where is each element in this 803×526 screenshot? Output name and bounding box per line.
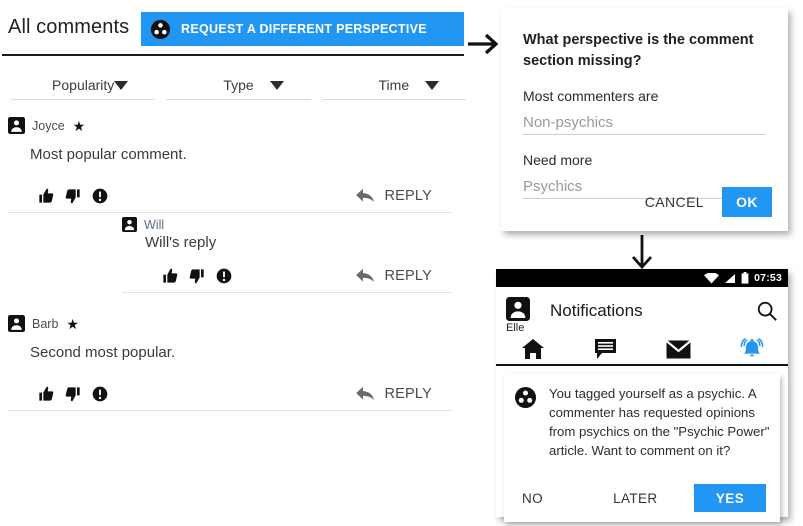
comment-author: Barb xyxy=(32,316,59,331)
comment-actions: REPLY xyxy=(8,383,452,411)
comments-panel: All comments REQUEST A DIFFERENT PERSPEC… xyxy=(0,0,466,526)
screenshot-root: All comments REQUEST A DIFFERENT PERSPEC… xyxy=(0,0,803,526)
thumbs-down-icon[interactable] xyxy=(65,188,81,204)
later-button[interactable]: LATER xyxy=(609,485,662,512)
chevron-down-icon xyxy=(269,81,284,90)
comment-header: Joyce ★ xyxy=(8,117,452,134)
chevron-down-icon xyxy=(424,81,439,90)
comments-header: All comments REQUEST A DIFFERENT PERSPEC… xyxy=(2,0,464,56)
thumbs-up-icon[interactable] xyxy=(162,268,178,284)
signal-icon xyxy=(724,273,736,284)
home-icon xyxy=(521,338,545,360)
author-star-badge: ★ xyxy=(66,315,79,332)
avatar xyxy=(122,217,137,232)
chevron-down-icon xyxy=(114,81,129,90)
tab-messages[interactable] xyxy=(642,334,715,364)
notification-card: You tagged yourself as a psychic. A comm… xyxy=(504,374,780,522)
phone-app-bar: Elle Notifications xyxy=(496,287,788,334)
reply-button[interactable]: REPLY xyxy=(355,187,452,204)
thumbs-down-icon[interactable] xyxy=(189,268,205,284)
reply-label: REPLY xyxy=(384,267,432,284)
tab-comments[interactable] xyxy=(569,334,642,364)
notification-text: You tagged yourself as a psychic. A comm… xyxy=(549,386,770,459)
reply-label: REPLY xyxy=(384,385,432,402)
comment-body: Second most popular. xyxy=(30,344,176,361)
vote-icons xyxy=(38,188,108,204)
thumbs-up-icon[interactable] xyxy=(38,386,54,402)
arrow-down-icon xyxy=(616,230,668,274)
filter-time[interactable]: Time xyxy=(321,70,466,100)
field-label: Most commenters are xyxy=(523,88,659,105)
comment-header: Will xyxy=(122,217,452,232)
author-star-badge: ★ xyxy=(72,117,86,134)
reply-button[interactable]: REPLY xyxy=(355,385,452,402)
comment-barb: Barb ★ Second most popular. REPLY xyxy=(0,315,466,411)
most-commenters-input[interactable] xyxy=(523,111,766,136)
filter-popularity[interactable]: Popularity xyxy=(11,70,156,100)
vote-icons xyxy=(162,268,232,284)
status-bar: 07:53 xyxy=(496,269,788,287)
avatar-user-name: Elle xyxy=(506,321,525,334)
tab-notifications[interactable] xyxy=(715,334,788,364)
thumbs-up-icon[interactable] xyxy=(38,188,54,204)
request-perspective-label: REQUEST A DIFFERENT PERSPECTIVE xyxy=(181,22,427,36)
filter-type-label: Type xyxy=(223,76,254,93)
phone-title: Notifications xyxy=(550,300,643,320)
yes-button[interactable]: YES xyxy=(694,484,766,512)
vote-icons xyxy=(38,386,108,402)
comment-will: Will Will's reply REPLY xyxy=(122,217,466,293)
reply-arrow-icon xyxy=(355,187,376,204)
report-icon[interactable] xyxy=(92,188,108,204)
comment-body: Most popular comment. xyxy=(30,146,187,163)
comment-header: Barb ★ xyxy=(8,315,452,332)
request-perspective-button[interactable]: REQUEST A DIFFERENT PERSPECTIVE xyxy=(141,12,464,46)
arrow-right-icon xyxy=(462,22,506,66)
comment-body: Will's reply xyxy=(145,234,217,251)
search-icon[interactable] xyxy=(756,300,778,322)
filter-popularity-label: Popularity xyxy=(52,76,115,93)
filter-bar: Popularity Type Time xyxy=(0,56,466,100)
perspective-group-icon xyxy=(150,19,171,40)
phone-tab-bar xyxy=(496,334,788,366)
bell-icon xyxy=(739,337,765,361)
comment-actions: REPLY xyxy=(122,265,452,293)
reply-arrow-icon xyxy=(355,267,376,284)
notification-actions: NO LATER YES xyxy=(504,484,780,512)
no-button[interactable]: NO xyxy=(518,485,547,512)
avatar xyxy=(8,315,25,332)
filter-type[interactable]: Type xyxy=(166,70,311,100)
notification-content: You tagged yourself as a psychic. A comm… xyxy=(514,384,770,461)
comment-actions: REPLY xyxy=(8,185,452,213)
field-label: Need more xyxy=(523,152,593,169)
battery-icon xyxy=(741,272,749,284)
comment-author: Joyce xyxy=(32,118,65,133)
dialog-title: What perspective is the comment section … xyxy=(523,32,754,69)
comment-joyce: Joyce ★ Most popular comment. REPLY xyxy=(0,117,466,213)
reply-label: REPLY xyxy=(384,187,432,204)
avatar xyxy=(8,117,25,134)
cancel-button[interactable]: CANCEL xyxy=(641,188,708,216)
reply-arrow-icon xyxy=(355,385,376,402)
report-icon[interactable] xyxy=(216,268,232,284)
comment-author: Will xyxy=(144,217,165,232)
page-title: All comments xyxy=(8,16,130,38)
envelope-icon xyxy=(666,339,691,359)
avatar[interactable]: Elle xyxy=(506,296,536,334)
report-icon[interactable] xyxy=(92,386,108,402)
dialog-field-most-commenters: Most commenters are xyxy=(523,88,766,136)
wifi-icon xyxy=(704,272,720,284)
ok-button[interactable]: OK xyxy=(722,187,772,217)
tab-home[interactable] xyxy=(496,334,569,364)
chat-bubble-icon xyxy=(594,338,617,360)
dialog-actions: CANCEL OK xyxy=(641,187,772,217)
perspective-group-icon xyxy=(514,384,537,461)
reply-button[interactable]: REPLY xyxy=(355,267,452,284)
phone-mockup: 07:53 Elle Notifications You tagged your… xyxy=(496,269,788,522)
perspective-request-dialog: What perspective is the comment section … xyxy=(501,8,788,231)
filter-time-label: Time xyxy=(378,76,410,93)
status-clock: 07:53 xyxy=(754,272,782,284)
thumbs-down-icon[interactable] xyxy=(65,386,81,402)
